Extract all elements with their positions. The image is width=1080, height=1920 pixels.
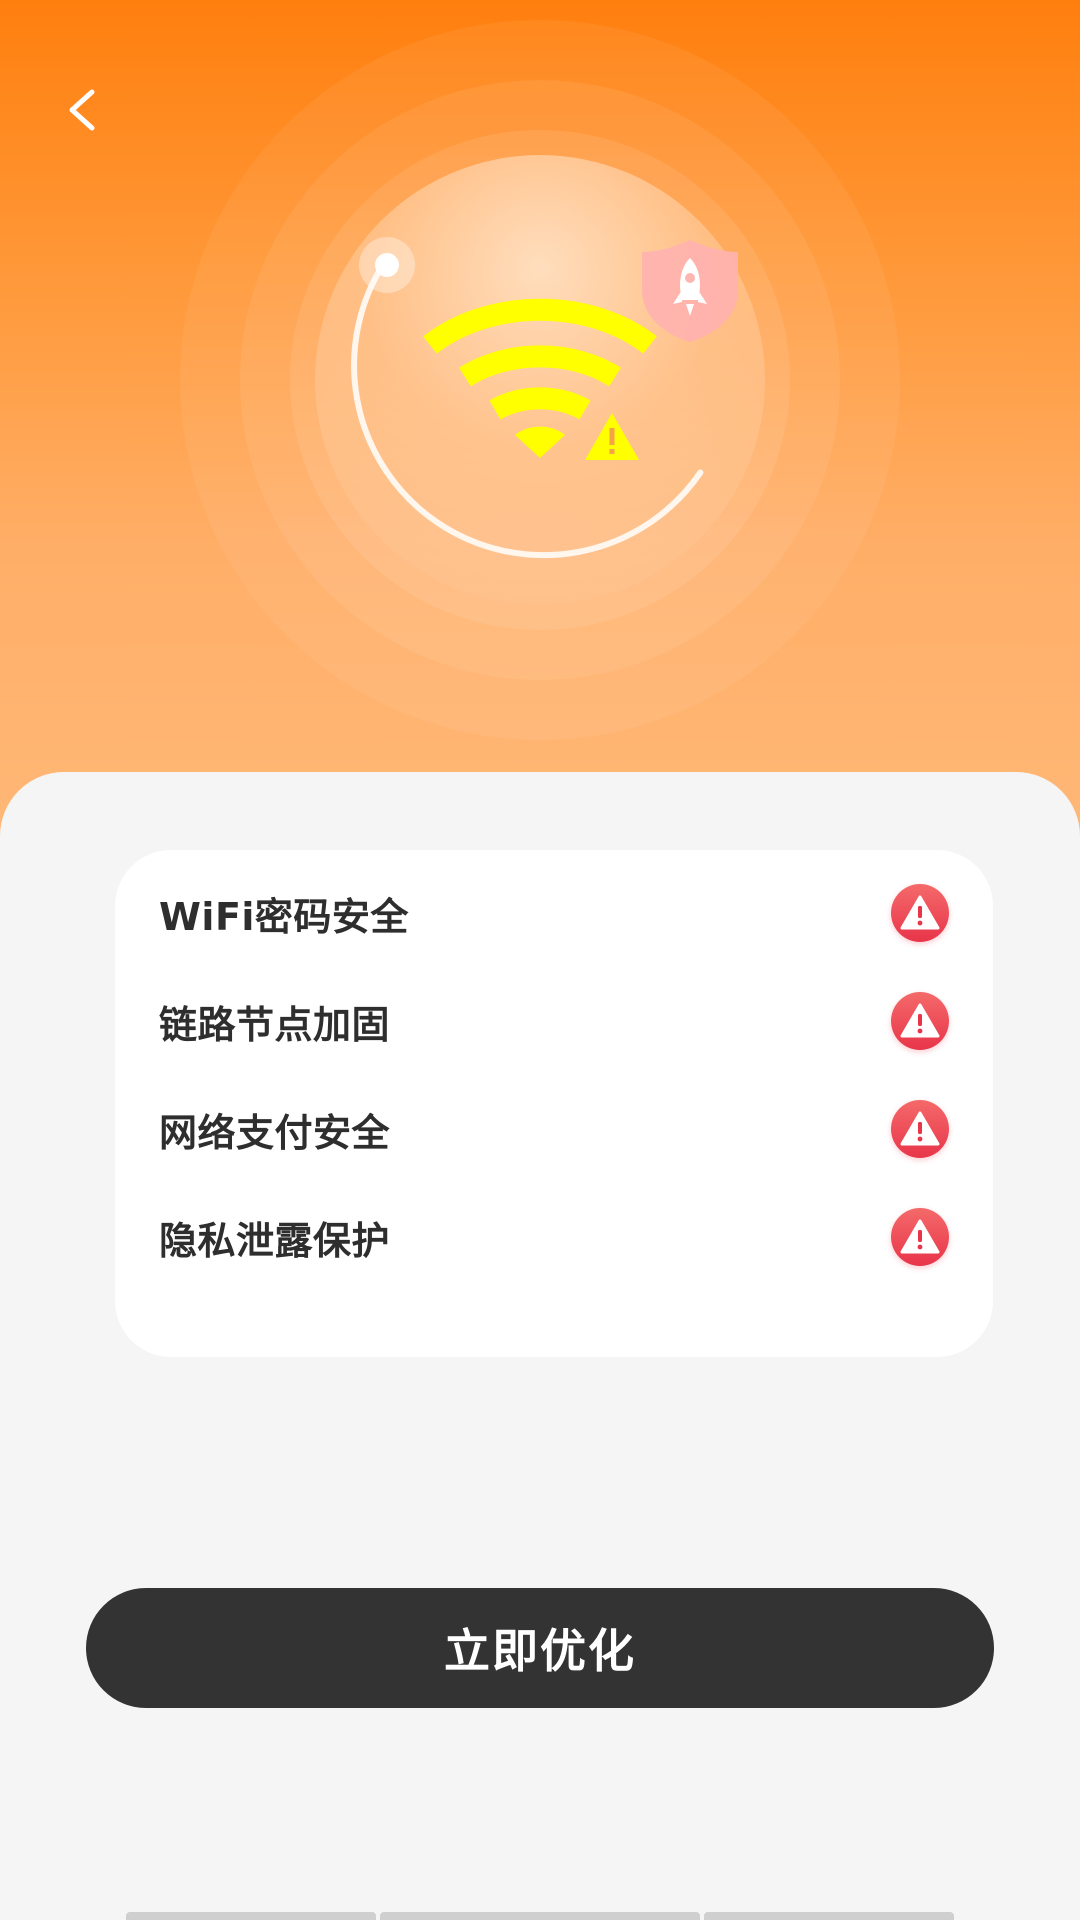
warning-icon [891,1208,949,1266]
wifi-dot [515,426,565,458]
warning-icon [891,1100,949,1158]
header-banner [0,0,1080,840]
warning-triangle-icon [585,413,639,460]
checklist-item-wifi-password: WiFi密码安全 [159,873,949,953]
rocket-shield-icon [642,240,738,342]
back-button[interactable] [52,80,112,140]
checklist-item-label: 网络支付安全 [159,1110,391,1155]
warning-icon [891,884,949,942]
wifi-scan-graphic [351,237,704,559]
nav-bar-segment [704,1912,954,1920]
progress-knob [375,253,399,277]
wifi-icon [423,298,657,420]
warning-icon [891,992,949,1050]
security-checklist-card: WiFi密码安全 链路节点加固 网络支付安全 隐私泄露保护 [115,850,993,1357]
nav-bar-segment [380,1912,700,1920]
optimize-now-button[interactable]: 立即优化 [86,1588,994,1708]
checklist-item-label: 链路节点加固 [159,1002,391,1047]
checklist-item-payment-security: 网络支付安全 [159,1089,949,1169]
checklist-item-privacy: 隐私泄露保护 [159,1197,949,1277]
nav-bar-segment [126,1912,376,1920]
checklist-item-label: 隐私泄露保护 [159,1218,391,1263]
checklist-item-link-node: 链路节点加固 [159,981,949,1061]
checklist-item-label: WiFi密码安全 [159,894,409,939]
chevron-left-icon [69,89,95,131]
